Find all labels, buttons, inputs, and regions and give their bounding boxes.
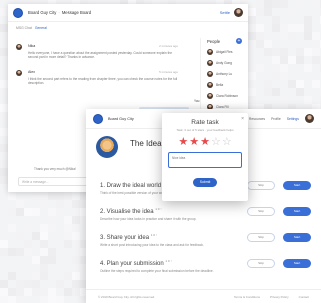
footer-link[interactable]: Terms & Conditions <box>234 295 260 299</box>
person-name: Anthony Lu <box>216 72 233 76</box>
person-name: Clara Robinson <box>216 94 238 98</box>
message-time: 5 minutes ago <box>159 70 178 74</box>
start-button[interactable]: Start <box>283 207 311 216</box>
task-title-text: 4. Plan your submission <box>100 261 164 267</box>
task-meta: 1 0 ↑ <box>165 259 172 263</box>
avatar <box>207 71 213 77</box>
task-title-text: 1. Draw the ideal world <box>100 183 162 189</box>
filter-label: MSG Chat <box>16 26 32 30</box>
breadcrumb: Board Guy City · Message Board <box>28 10 92 15</box>
person-item[interactable]: Bella <box>207 82 242 88</box>
star-empty-icon[interactable]: ☆ <box>222 137 232 148</box>
message-board-header: Board Guy City · Message Board Settle <box>8 4 248 22</box>
task-description: Describe how your idea looks in practice… <box>100 217 197 221</box>
course-image <box>96 136 118 158</box>
task-description: Write a short post introducing your idea… <box>100 243 204 247</box>
copyright: © 2019 Board Guy City. All rights reserv… <box>98 294 156 299</box>
skip-button[interactable]: Skip <box>247 233 275 242</box>
star-filled-icon[interactable]: ★ <box>200 137 210 148</box>
message-body: I think the second part refers to the re… <box>28 77 178 86</box>
user-avatar[interactable] <box>234 8 243 17</box>
task-meta: 1 0 ↑ <box>155 207 162 211</box>
logo-icon <box>13 7 23 18</box>
nav-item[interactable]: Profile <box>271 117 281 121</box>
star-empty-icon[interactable]: ☆ <box>211 137 221 148</box>
task-title-text: 3. Share your idea <box>100 235 150 241</box>
person-item[interactable]: Abigail Fles <box>207 49 242 55</box>
task-item: 4. Plan your submission 1 0 ↑ Outline the… <box>100 259 311 273</box>
person-item[interactable]: Anthony Lu <box>207 71 242 77</box>
message-body: Hello everyone, I have a question about … <box>28 51 172 60</box>
modal-subtitle: Task: 3 out of 5 stars · your feedback h… <box>176 128 234 132</box>
footer-link[interactable]: Privacy Policy <box>270 295 289 299</box>
star-filled-icon[interactable]: ★ <box>178 137 188 148</box>
skip-button[interactable]: Skip <box>247 181 275 190</box>
filter-bar: MSG Chat General <box>16 26 47 30</box>
start-button[interactable]: Start <box>283 259 311 268</box>
nav-item[interactable]: Settings <box>287 117 299 121</box>
skip-button[interactable]: Skip <box>247 207 275 216</box>
app-name: Board Guy City <box>108 116 134 121</box>
person-item[interactable]: Clara Robinson <box>207 93 242 99</box>
task-item: 2. Visualise the idea 1 0 ↑ Describe how … <box>100 207 311 221</box>
rate-task-modal: × Rate task Task: 3 out of 5 stars · you… <box>162 113 248 201</box>
message-time: 2 minutes ago <box>159 44 178 48</box>
reply-author: You <box>194 99 200 103</box>
close-icon[interactable]: × <box>241 116 244 122</box>
start-button[interactable]: Start <box>283 181 311 190</box>
skip-button[interactable]: Skip <box>247 259 275 268</box>
task-meta: 1 0 ↑ <box>150 233 158 237</box>
message-author: Alex <box>28 70 35 74</box>
app-name: Board Guy City <box>28 10 57 15</box>
submit-button[interactable]: Submit <box>193 178 217 187</box>
settings-link[interactable]: Settle <box>220 10 230 15</box>
course-title: The Idea <box>130 139 162 148</box>
message-item: Nika 2 minutes ago Hello everyone, I hav… <box>16 44 178 60</box>
task-title-text: 2. Visualise the idea <box>100 209 154 215</box>
person-name: Bella <box>216 83 224 87</box>
modal-title: Rate task <box>191 119 219 126</box>
star-filled-icon[interactable]: ★ <box>189 137 199 148</box>
user-avatar[interactable] <box>305 114 314 123</box>
task-description: Outline the steps required to complete y… <box>100 269 214 273</box>
people-title: People <box>207 38 221 44</box>
avatar <box>207 93 213 99</box>
star-rating: ★ ★ ★ ☆ ☆ <box>162 137 248 148</box>
person-name: Abigail Fles <box>216 50 233 54</box>
footer-link[interactable]: Contact <box>299 295 309 299</box>
start-button[interactable]: Start <box>283 233 311 242</box>
feedback-input[interactable]: Nice idea <box>168 152 242 168</box>
filter-link[interactable]: General <box>35 26 47 30</box>
person-name: Andy Gong <box>216 61 232 65</box>
avatar <box>16 44 22 50</box>
avatar <box>16 70 22 76</box>
avatar <box>207 82 213 88</box>
avatar <box>207 60 213 66</box>
message-item: Alex 5 minutes ago I think the second pa… <box>16 70 178 86</box>
message-author: Nika <box>28 44 36 48</box>
avatar <box>207 49 213 55</box>
page-title: Message Board <box>61 10 92 15</box>
add-person-button[interactable]: + <box>236 38 242 44</box>
task-item: 3. Share your idea 1 0 ↑ Write a short po… <box>100 233 311 247</box>
message-body: Thank you very much @Nika! <box>34 167 76 171</box>
nav-item[interactable]: Resources <box>249 117 265 121</box>
person-item[interactable]: Andy Gong <box>207 60 242 66</box>
footer: © 2019 Board Guy City. All rights reserv… <box>86 289 321 303</box>
logo-icon <box>93 113 103 124</box>
